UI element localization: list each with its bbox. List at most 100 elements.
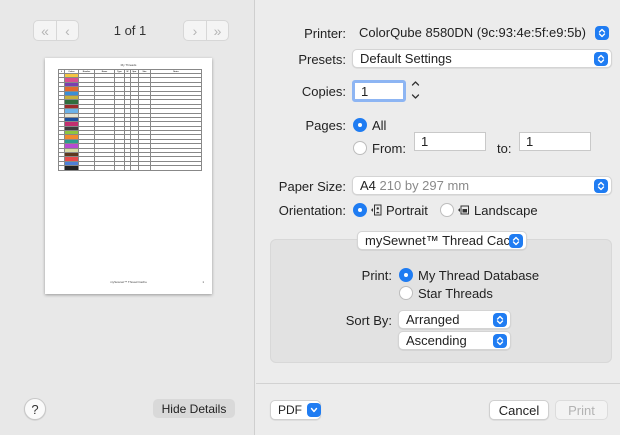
star-threads-radio[interactable] xyxy=(399,286,413,300)
portrait-orientation-icon xyxy=(371,204,382,216)
paper-size-select-value: A4 210 by 297 mm xyxy=(360,178,594,193)
chevron-updown-icon xyxy=(493,333,507,348)
orientation-landscape-label: Landscape xyxy=(474,203,538,218)
chevron-updown-icon xyxy=(595,25,609,40)
printer-select-value: ColorQube 8580DN (9c:93:4e:5f:e9:5b) xyxy=(359,25,586,40)
pages-from-field[interactable]: 1 xyxy=(414,132,486,151)
pages-all-radio[interactable] xyxy=(353,118,367,132)
thread-color-swatch xyxy=(65,153,78,156)
sort-by-select[interactable]: Arranged xyxy=(398,310,511,329)
sort-by-select-value: Arranged xyxy=(406,312,460,327)
thread-color-swatch xyxy=(65,100,78,104)
chevron-left-icon: ‹ xyxy=(65,22,70,39)
thread-color-swatch xyxy=(65,140,78,143)
hide-details-button[interactable]: Hide Details xyxy=(153,399,235,418)
pdf-menu-button[interactable]: PDF xyxy=(270,400,321,420)
paper-size-label: Paper Size: xyxy=(278,179,346,194)
pdf-button-label: PDF xyxy=(278,403,302,417)
double-chevron-right-icon: » xyxy=(213,22,222,39)
orientation-landscape-radio[interactable] xyxy=(440,203,454,217)
orientation-portrait-label: Portrait xyxy=(386,203,428,218)
star-threads-label: Star Threads xyxy=(418,286,493,301)
landscape-orientation-icon xyxy=(458,205,469,215)
thread-color-swatch xyxy=(65,131,78,134)
my-thread-database-label: My Thread Database xyxy=(418,268,540,283)
sort-order-select[interactable]: Ascending xyxy=(398,331,511,350)
printer-label: Printer: xyxy=(304,26,346,41)
preview-document-title: My Threads xyxy=(120,63,137,67)
preview-table-row xyxy=(58,165,202,171)
thread-color-swatch xyxy=(65,127,78,130)
presets-select-value: Default Settings xyxy=(360,51,452,66)
stepper-down-icon[interactable] xyxy=(411,93,420,100)
thread-color-swatch xyxy=(65,136,78,139)
pages-from-label: From: xyxy=(372,141,406,156)
thread-color-swatch xyxy=(65,87,78,90)
presets-select[interactable]: Default Settings xyxy=(352,49,612,68)
thread-color-swatch xyxy=(65,92,78,95)
pages-range-radio[interactable] xyxy=(353,141,367,155)
thread-color-swatch xyxy=(65,96,78,99)
page-indicator: 1 of 1 xyxy=(113,23,147,38)
thread-color-swatch xyxy=(65,83,78,86)
chevron-updown-icon xyxy=(493,312,507,327)
thread-color-swatch xyxy=(65,74,78,77)
thread-color-swatch xyxy=(65,149,78,152)
thread-color-swatch xyxy=(65,166,78,169)
print-button[interactable]: Print xyxy=(555,400,608,420)
app-options-selector-value: mySewnet™ Thread Cache xyxy=(365,233,509,248)
copies-stepper[interactable] xyxy=(410,80,421,100)
sort-order-select-value: Ascending xyxy=(406,333,467,348)
thread-color-swatch xyxy=(65,144,78,148)
chevron-updown-icon xyxy=(509,233,523,248)
preview-pane: « ‹ 1 of 1 › » My Threads # Colors Number N… xyxy=(0,0,255,435)
printer-select[interactable]: ColorQube 8580DN (9c:93:4e:5f:e9:5b) xyxy=(352,23,612,42)
preview-document-footer: mySewnet™ Thread Cache xyxy=(110,280,147,284)
sort-by-label: Sort By: xyxy=(345,313,392,328)
page-preview-thumbnail: My Threads # Colors Number Name Type W Spo. Siz… xyxy=(45,58,212,294)
thread-color-swatch xyxy=(65,114,78,117)
page-nav-forward-group: › » xyxy=(183,20,229,41)
help-button[interactable]: ? xyxy=(24,398,46,420)
thread-color-swatch xyxy=(65,118,78,121)
dialog-button-bar: PDF Cancel Print xyxy=(256,383,620,435)
thread-color-swatch xyxy=(65,122,78,126)
paper-size-detail: 210 by 297 mm xyxy=(379,178,470,193)
paper-size-select[interactable]: A4 210 by 297 mm xyxy=(352,176,612,195)
app-options-selector[interactable]: mySewnet™ Thread Cache xyxy=(357,231,527,250)
thread-color-swatch xyxy=(65,109,78,112)
last-page-button[interactable]: » xyxy=(206,21,228,40)
pages-to-label: to: xyxy=(497,141,512,156)
copies-field[interactable]: 1 xyxy=(352,80,406,102)
next-page-button[interactable]: › xyxy=(184,21,206,40)
page-nav-back-group: « ‹ xyxy=(33,20,79,41)
thread-color-swatch xyxy=(65,158,78,161)
thread-color-swatch xyxy=(65,78,78,82)
chevron-down-icon xyxy=(307,403,321,417)
thread-color-swatch xyxy=(65,162,78,165)
pages-all-label: All xyxy=(372,118,387,133)
pages-label: Pages: xyxy=(305,118,346,133)
copies-label: Copies: xyxy=(301,84,346,99)
double-chevron-left-icon: « xyxy=(41,22,49,39)
paper-size-name: A4 xyxy=(360,178,376,193)
preview-page-number: 1 xyxy=(202,280,204,284)
preview-table-body xyxy=(58,72,202,171)
stepper-up-icon[interactable] xyxy=(411,80,420,87)
pages-to-field[interactable]: 1 xyxy=(519,132,591,151)
chevron-updown-icon xyxy=(594,178,608,193)
print-settings-pane: Printer: ColorQube 8580DN (9c:93:4e:5f:e… xyxy=(256,0,620,435)
question-mark-icon: ? xyxy=(31,401,39,417)
previous-page-button[interactable]: ‹ xyxy=(56,21,78,40)
first-page-button[interactable]: « xyxy=(34,21,56,40)
orientation-label: Orientation: xyxy=(278,203,346,218)
presets-label: Presets: xyxy=(298,52,346,67)
cancel-button[interactable]: Cancel xyxy=(489,400,549,420)
my-thread-database-radio[interactable] xyxy=(399,268,413,282)
print-source-label: Print: xyxy=(361,268,392,283)
chevron-updown-icon xyxy=(594,51,608,66)
chevron-right-icon: › xyxy=(192,22,198,39)
preview-thread-table: # Colors Number Name Type W Spo. Size Notes xyxy=(58,69,202,171)
orientation-portrait-radio[interactable] xyxy=(353,203,367,217)
thread-color-swatch xyxy=(65,105,78,108)
